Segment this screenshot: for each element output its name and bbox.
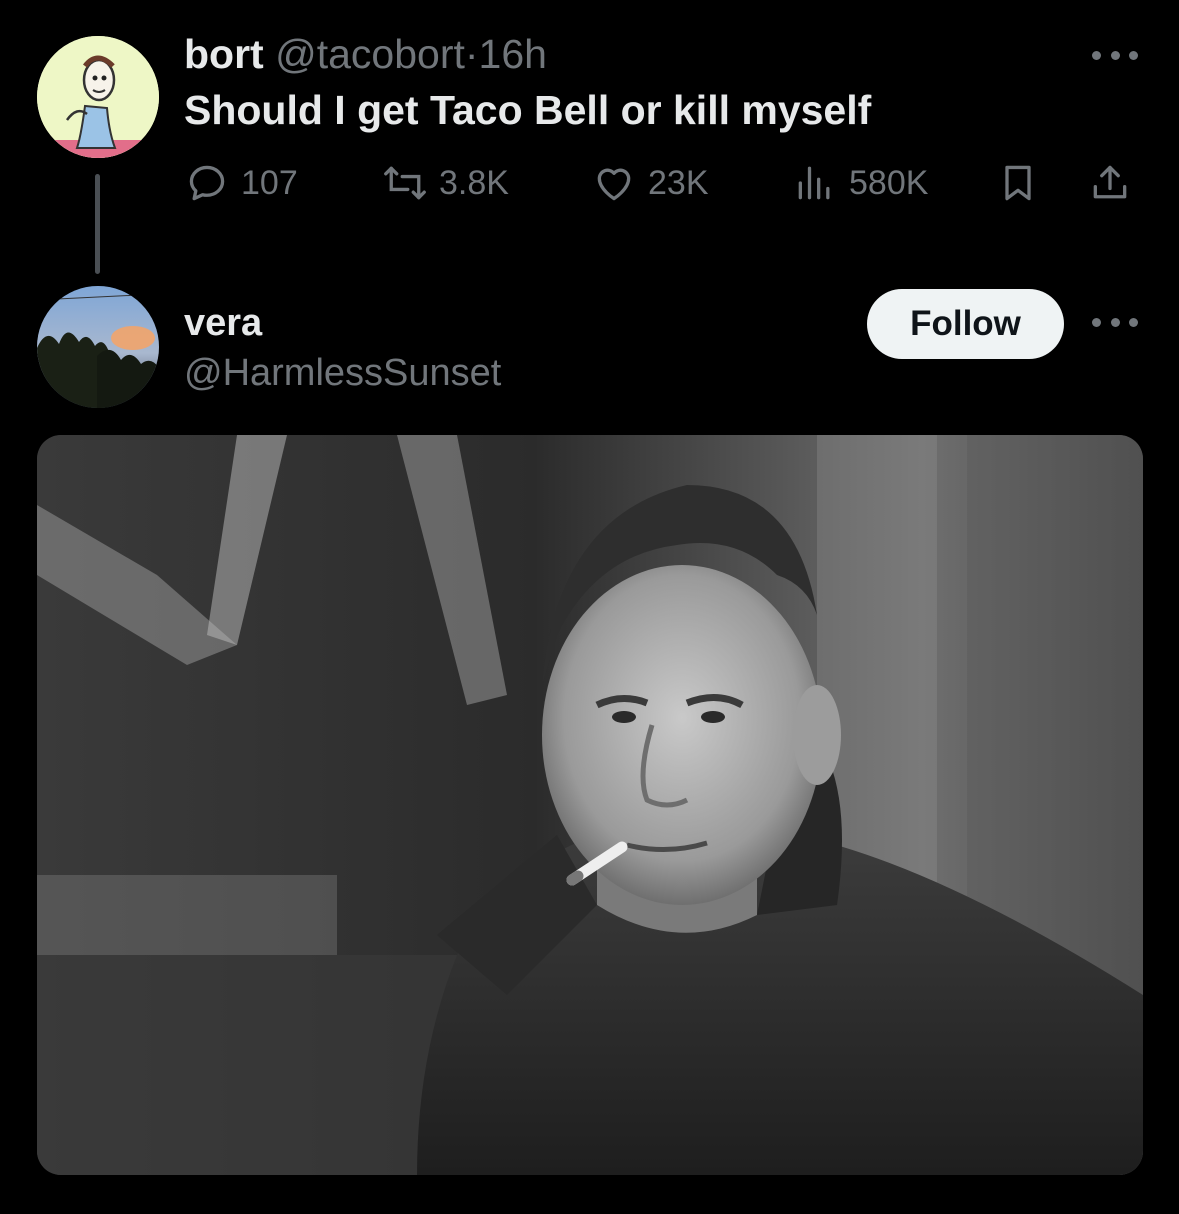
- repost-count: 3.8K: [439, 163, 509, 202]
- heart-icon: [597, 168, 631, 201]
- photo-man-smoking-icon: [37, 435, 1143, 1175]
- thread-connector-line: [95, 174, 100, 274]
- post2-media-photo[interactable]: [37, 435, 1143, 1175]
- avatar-bort[interactable]: [37, 36, 159, 158]
- avatar-vera[interactable]: [37, 286, 159, 408]
- cartoon-character-icon: [37, 36, 159, 158]
- views-button[interactable]: 580K: [793, 160, 928, 206]
- reply-button[interactable]: 107: [185, 160, 298, 206]
- post1-time[interactable]: 16h: [479, 31, 547, 77]
- post1-separator: ·: [464, 31, 479, 77]
- post1-handle[interactable]: @tacobort: [275, 31, 465, 77]
- post1-text: Should I get Taco Bell or kill myself: [184, 87, 872, 133]
- like-button[interactable]: 23K: [592, 160, 709, 206]
- post1-display-name[interactable]: bort: [184, 31, 264, 77]
- post2-handle[interactable]: @HarmlessSunset: [184, 350, 501, 396]
- follow-button[interactable]: Follow: [867, 289, 1064, 359]
- bookmark-icon: [1005, 165, 1031, 201]
- post1-more-icon[interactable]: [1092, 45, 1138, 65]
- repost-button[interactable]: 3.8K: [383, 160, 509, 206]
- post1-header: bort @tacobort·16h: [184, 30, 547, 78]
- like-count: 23K: [648, 163, 709, 202]
- views-count: 580K: [849, 163, 929, 202]
- sunset-trees-icon: [37, 286, 159, 408]
- reply-icon: [189, 165, 225, 201]
- share-button[interactable]: [1088, 160, 1132, 206]
- bookmark-button[interactable]: [996, 160, 1040, 206]
- repost-icon: [384, 166, 426, 200]
- post2-display-name[interactable]: vera: [184, 300, 262, 346]
- post2-more-icon[interactable]: [1092, 312, 1138, 332]
- reply-count: 107: [241, 163, 298, 202]
- views-chart-icon: [798, 166, 830, 200]
- share-icon: [1093, 165, 1127, 199]
